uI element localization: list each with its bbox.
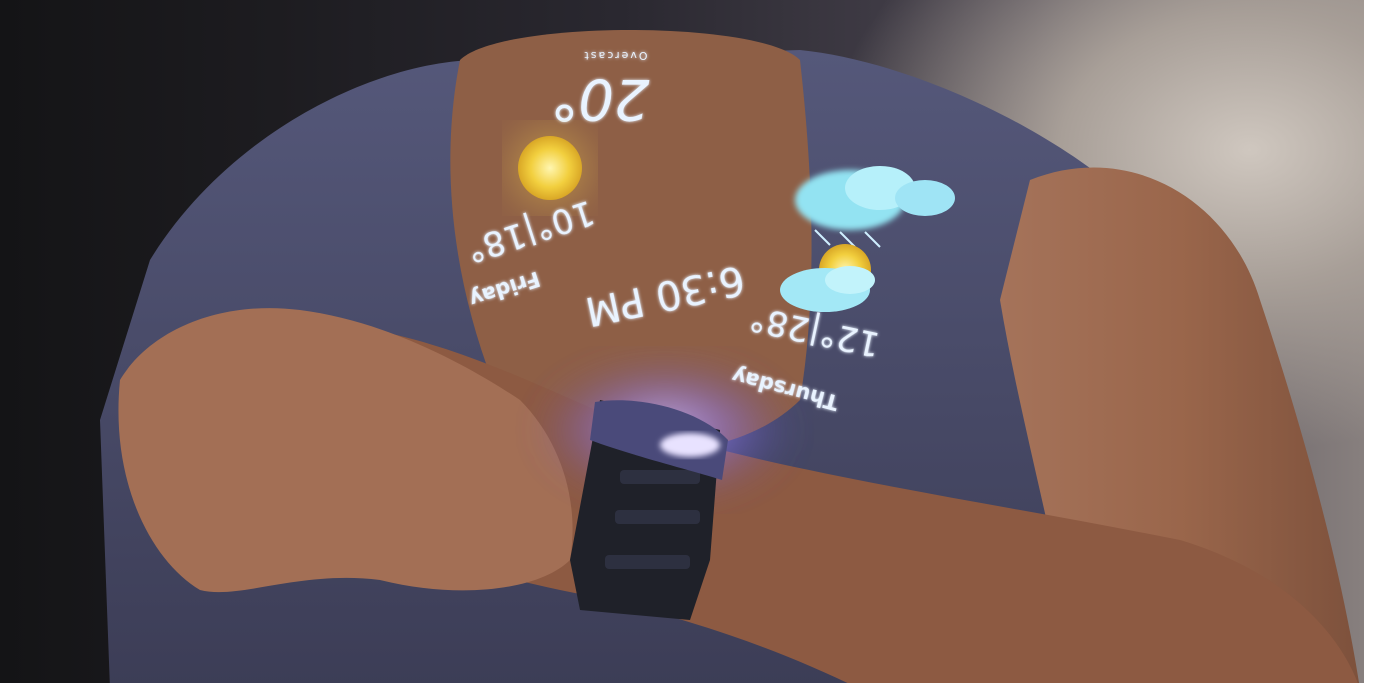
watch-screen-light [660, 433, 720, 457]
photo-scene: 20° Overcast 10°|18° Friday 6:30 PM 12°|… [0, 0, 1378, 689]
current-condition: Overcast [582, 49, 647, 62]
current-temp: 20° [550, 66, 649, 131]
frame-edge-right [1364, 0, 1378, 689]
frame-edge-bottom [0, 683, 1378, 689]
watch-band-link [605, 555, 690, 569]
watch-band-link [615, 510, 700, 524]
scene-svg: 20° Overcast 10°|18° Friday 6:30 PM 12°|… [100, 30, 1360, 689]
watch-band-link [620, 470, 700, 484]
